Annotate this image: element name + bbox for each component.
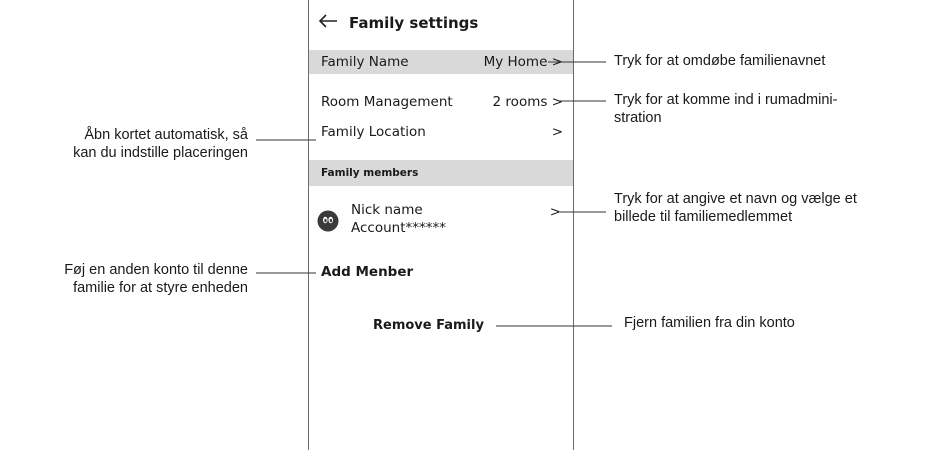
annotation-family-name-text: Tryk for at omdøbe familienavnet [614, 53, 826, 69]
annotation-family-name: Tryk for at omdøbe familienavnet [614, 52, 825, 70]
annotation-add-member-line2: familie for at styre enheden [73, 280, 248, 296]
annotation-room-management: Tryk for at komme ind i rumadmini- strat… [614, 91, 837, 127]
annotation-room-management-line2: stration [614, 110, 662, 126]
annotation-member-line1: Tryk for at angive et navn og vælge et [614, 191, 857, 207]
annotation-room-management-line1: Tryk for at komme ind i rumadmini- [614, 92, 838, 108]
annotation-remove-family-text: Fjern familien fra din konto [624, 315, 795, 331]
annotation-member: Tryk for at angive et navn og vælge et b… [614, 190, 857, 226]
annotation-member-line2: billede til familiemedlemmet [614, 209, 793, 225]
annotation-remove-family: Fjern familien fra din konto [624, 314, 795, 332]
annotation-location-line1: Åbn kortet automatisk, så [84, 127, 248, 143]
annotation-location-line2: kan du indstille placeringen [73, 145, 248, 161]
annotation-add-member-line1: Føj en anden konto til denne [64, 262, 248, 278]
annotation-add-member: Føj en anden konto til denne familie for… [0, 261, 248, 297]
annotation-location: Åbn kortet automatisk, så kan du indstil… [0, 126, 248, 162]
